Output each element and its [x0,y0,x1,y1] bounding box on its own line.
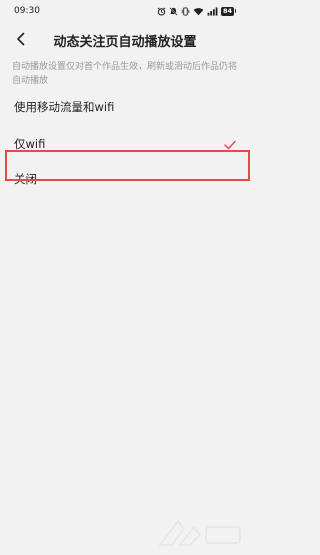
battery-level: 84 [220,6,234,16]
wifi-icon [193,7,204,16]
status-icons: 84 [157,6,236,16]
status-time: 09:30 [14,6,40,16]
option-mobile-data-and-wifi[interactable]: 使用移动流量和wifi [0,90,250,124]
header: 动态关注页自动播放设置 [0,22,250,58]
page-title: 动态关注页自动播放设置 [53,35,197,50]
status-bar: 09:30 84 [0,0,250,22]
alarm-icon [157,7,166,16]
option-label: 使用移动流量和wifi [14,100,115,114]
highlight-box [5,150,250,181]
watermark-logo [150,515,246,551]
vibrate-icon [181,6,190,16]
signal-icon [207,6,218,16]
autoplay-description: 自动播放设置仅对首个作品生效，刷新或滑动后作品仍将自动播放 [12,62,238,86]
mute-icon [169,6,178,16]
battery-icon: 84 [220,6,236,16]
